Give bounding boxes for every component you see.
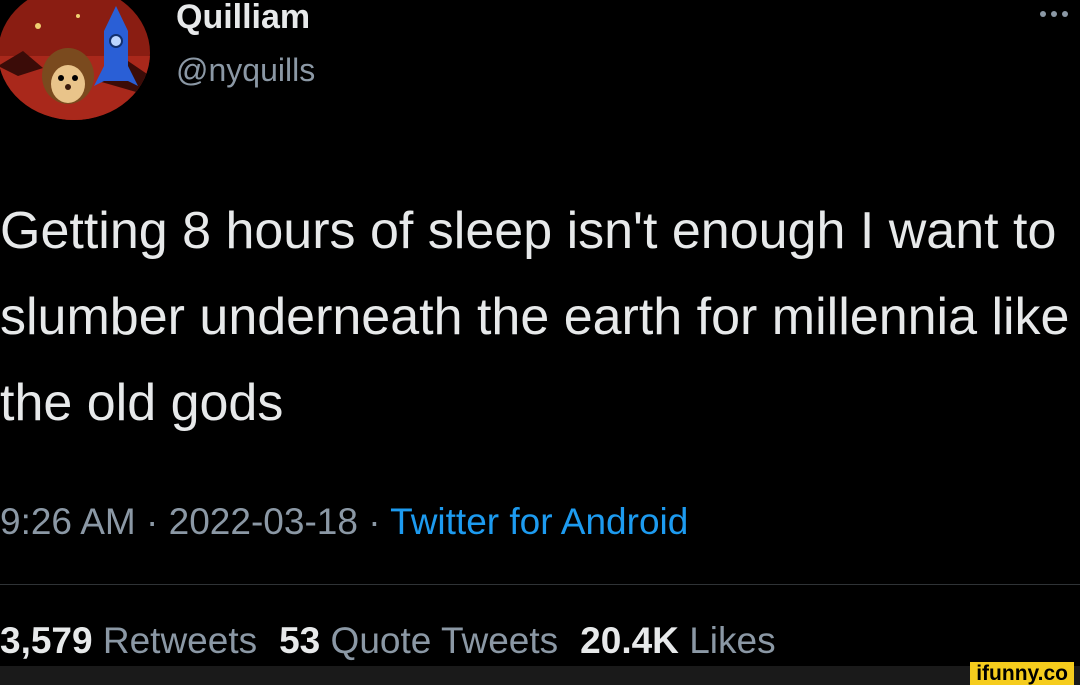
quote-tweets-stat[interactable]: 53 Quote Tweets bbox=[279, 620, 558, 661]
dot bbox=[1062, 11, 1068, 17]
divider bbox=[0, 584, 1080, 585]
likes-label: Likes bbox=[689, 620, 776, 661]
tweet-stats: 3,579 Retweets 53 Quote Tweets 20.4K Likes bbox=[0, 620, 776, 662]
more-dots-icon[interactable] bbox=[1040, 4, 1080, 24]
likes-stat[interactable]: 20.4K Likes bbox=[580, 620, 775, 661]
bottom-bar bbox=[0, 666, 1080, 685]
quote-tweets-label: Quote Tweets bbox=[330, 620, 559, 661]
tweet-meta: 9:26 AM · 2022-03-18 · Twitter for Andro… bbox=[0, 501, 688, 543]
dot bbox=[1051, 11, 1057, 17]
meta-separator: · bbox=[357, 501, 391, 542]
tweet-source-link[interactable]: Twitter for Android bbox=[390, 501, 688, 542]
avatar[interactable] bbox=[0, 0, 150, 120]
likes-count: 20.4K bbox=[580, 620, 679, 661]
dot bbox=[1040, 11, 1046, 17]
watermark-logo: ifunny.co bbox=[970, 662, 1074, 685]
retweets-stat[interactable]: 3,579 Retweets bbox=[0, 620, 257, 661]
meta-separator: · bbox=[135, 501, 169, 542]
tweet-text: Getting 8 hours of sleep isn't enough I … bbox=[0, 202, 1070, 432]
user-handle[interactable]: @nyquills bbox=[176, 52, 315, 89]
retweets-label: Retweets bbox=[102, 620, 258, 661]
hedgehog-rocket-avatar-icon bbox=[0, 0, 150, 120]
tweet-date[interactable]: 2022-03-18 bbox=[169, 501, 358, 542]
tweet-time[interactable]: 9:26 AM bbox=[0, 501, 136, 542]
retweets-count: 3,579 bbox=[0, 620, 93, 661]
display-name[interactable]: Quilliam bbox=[176, 0, 310, 37]
quote-tweets-count: 53 bbox=[279, 620, 321, 661]
